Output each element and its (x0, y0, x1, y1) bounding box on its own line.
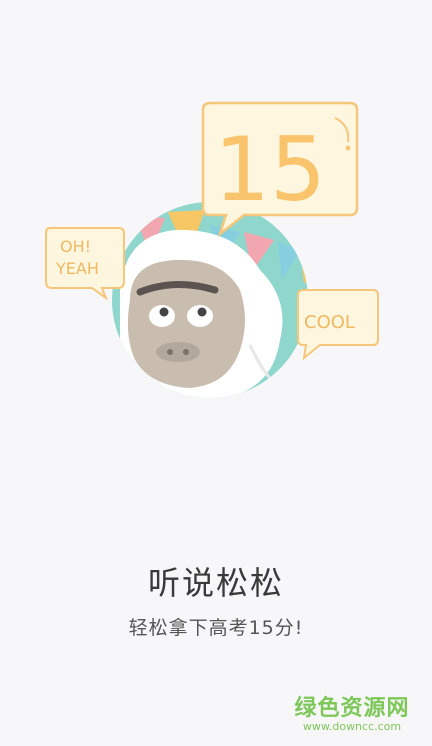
watermark: 绿色资源网 www.downcc.com (292, 690, 412, 733)
speech-bubble-oh-yeah: OH! YEAH (45, 227, 125, 301)
mascot-face (127, 259, 245, 388)
bubble-yeah-text: YEAH (55, 259, 99, 278)
bubble-oh-text: OH! (60, 237, 91, 256)
app-subtitle: 轻松拿下高考15分! (128, 617, 304, 639)
watermark-logo-text: 绿色资源网 (294, 696, 410, 721)
app-title: 听说松松 (147, 564, 284, 602)
bubble-score-text: 15 (214, 118, 326, 221)
splash-screen: OH! YEAH 15 COOL 听说松松 轻松拿下高考15分! 绿色资源网 w… (0, 0, 432, 746)
speech-bubble-cool: COOL (297, 289, 379, 361)
mascot-nose (156, 342, 200, 362)
watermark-url: www.downcc.com (302, 720, 402, 733)
bubble-cool-text: COOL (304, 312, 355, 333)
mascot-illustration: OH! YEAH 15 COOL (45, 101, 379, 398)
speech-bubble-score: 15 (201, 101, 359, 238)
